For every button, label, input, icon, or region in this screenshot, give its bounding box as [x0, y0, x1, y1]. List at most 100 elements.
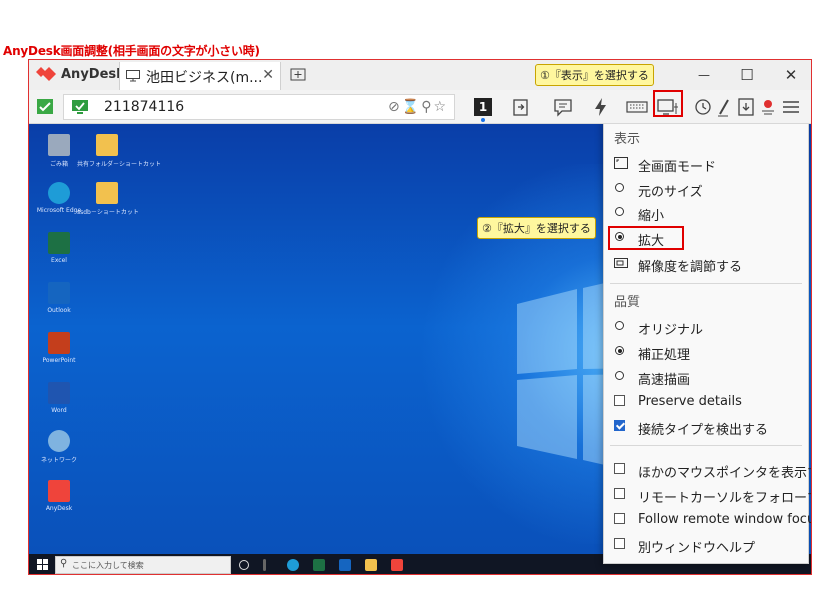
actions-lightning-icon[interactable] — [589, 95, 613, 119]
radio-button[interactable] — [615, 207, 624, 216]
recycle-bin-icon — [48, 134, 70, 156]
menu-item-detect-connection[interactable]: 接続タイプを検出する — [614, 417, 804, 439]
address-input[interactable]: 211874116 — [104, 99, 184, 115]
menu-item-label: Follow remote window focus — [638, 512, 811, 527]
tab-label: 池田ビジネス(m... — [146, 70, 263, 86]
widgets-icon[interactable] — [263, 559, 266, 571]
radio-button[interactable] — [615, 183, 624, 192]
address-bar[interactable]: 211874116 ⊘⌛⚲☆ — [63, 94, 455, 120]
menu-item-follow-window-focus[interactable]: Follow remote window focus — [614, 510, 811, 532]
radio-button[interactable] — [615, 321, 624, 330]
explorer-taskbar-icon[interactable] — [365, 559, 377, 571]
folder-icon — [96, 134, 118, 156]
desktop-icon-caption: Word — [51, 407, 67, 414]
desktop-icon-caption: PowerPoint — [42, 357, 76, 364]
menu-item-label: 別ウィンドウヘルプ — [638, 541, 756, 556]
checkbox[interactable] — [614, 513, 625, 524]
menu-item-quality-fast[interactable]: 高速描画 — [614, 367, 804, 389]
zoom-highlight-box — [608, 226, 684, 250]
menu-item-follow-remote-cursor[interactable]: リモートカーソルをフォローする — [614, 485, 811, 507]
desktop-icon-anydesk[interactable]: AnyDesk — [29, 480, 89, 512]
menu-item-show-other-pointers[interactable]: ほかのマウスポインタを表示する — [614, 460, 811, 482]
anydesk-taskbar-icon[interactable] — [391, 559, 403, 571]
desktop-icon-caption: Excel — [51, 257, 67, 264]
connection-status-icon — [37, 99, 53, 114]
desktop-icon-excel[interactable]: Excel — [29, 232, 89, 264]
radio-button[interactable] — [615, 371, 624, 380]
desktop-icon-shared-folder[interactable]: 共有フォルダ－ショートカット — [77, 134, 162, 168]
menu-item-shrink[interactable]: 縮小 — [614, 203, 804, 225]
desktop-icon-caption: 共有フォルダ－ショートカット — [77, 161, 162, 168]
menu-separator — [610, 445, 802, 446]
checkbox[interactable] — [614, 538, 625, 549]
display-menu: 表示 全画面モード 元のサイズ 縮小 拡大 解像度を調節する 品質 オリジナル … — [603, 124, 811, 564]
checkbox[interactable] — [614, 488, 625, 499]
toolbar: 211874116 ⊘⌛⚲☆ 1 — [29, 90, 811, 124]
tab-session[interactable]: 池田ビジネス(m... ✕ — [119, 62, 281, 90]
folder-icon — [96, 182, 118, 204]
monitor-select-button[interactable]: 1 — [474, 98, 492, 116]
menu-item-adjust-resolution[interactable]: 解像度を調節する — [614, 254, 804, 276]
close-button[interactable]: ✕ — [780, 66, 802, 84]
radio-button-selected[interactable] — [615, 346, 624, 355]
outlook-taskbar-icon[interactable] — [339, 559, 351, 571]
powerpoint-icon — [48, 332, 70, 354]
minimize-button[interactable]: — — [693, 68, 715, 82]
address-status-icons: ⊘⌛⚲☆ — [388, 99, 448, 115]
menu-item-label: 元のサイズ — [638, 185, 703, 200]
menu-item-preserve-details[interactable]: Preserve details — [614, 392, 804, 414]
desktop-icon-network[interactable]: ネットワーク — [29, 430, 89, 464]
menu-item-label: 全画面モード — [638, 160, 717, 175]
menu-item-label: リモートカーソルをフォローする — [638, 491, 811, 506]
anydesk-icon — [48, 480, 70, 502]
menu-item-quality-original[interactable]: オリジナル — [614, 317, 804, 339]
task-view-icon[interactable] — [239, 560, 249, 570]
anydesk-window: AnyDesk 池田ビジネス(m... ✕ ①『表示』を選択する — ☐ ✕ 2… — [28, 59, 812, 575]
network-icon — [48, 430, 70, 452]
remote-desktop[interactable]: ごみ箱 共有フォルダ－ショートカット Microsoft Edge ssdb－シ… — [29, 124, 811, 574]
checkbox[interactable] — [614, 463, 625, 474]
desktop-icon-powerpoint[interactable]: PowerPoint — [29, 332, 89, 364]
menu-separator — [610, 283, 802, 284]
menu-item-label: オリジナル — [638, 323, 704, 338]
menu-item-separate-window-help[interactable]: 別ウィンドウヘルプ — [614, 535, 804, 557]
desktop-icon-ssdb[interactable]: ssdb－ショートカット — [77, 182, 139, 216]
maximize-button[interactable]: ☐ — [736, 66, 758, 84]
desktop-icon-caption: ネットワーク — [40, 457, 77, 464]
callout-zoom: ②『拡大』を選択する — [477, 217, 596, 239]
checkbox-checked[interactable] — [614, 420, 625, 431]
file-transfer-icon[interactable] — [509, 95, 533, 119]
page-title: AnyDesk画面調整(相手画面の文字が小さい時) — [3, 44, 260, 58]
excel-icon — [48, 232, 70, 254]
fullscreen-icon — [614, 157, 628, 169]
desktop-icon-outlook[interactable]: Outlook — [29, 282, 89, 314]
menu-header-display: 表示 — [614, 132, 641, 147]
windows-start-icon[interactable] — [37, 559, 48, 570]
excel-taskbar-icon[interactable] — [313, 559, 325, 571]
new-tab-icon[interactable] — [290, 67, 306, 83]
word-icon — [48, 382, 70, 404]
menu-item-label: 縮小 — [638, 209, 665, 224]
edge-taskbar-icon[interactable] — [287, 559, 299, 571]
menu-item-original-size[interactable]: 元のサイズ — [614, 179, 804, 201]
pen-icon[interactable] — [712, 95, 736, 119]
chat-icon[interactable] — [551, 95, 575, 119]
menu-icon[interactable] — [779, 95, 803, 119]
taskbar-search-placeholder: ここに入力して検索 — [72, 561, 144, 570]
checkbox[interactable] — [614, 395, 625, 406]
outlook-icon — [48, 282, 70, 304]
callout-display: ①『表示』を選択する — [535, 64, 654, 86]
taskbar-search-input[interactable]: ⚲ ここに入力して検索 — [55, 556, 231, 574]
menu-item-quality-balanced[interactable]: 補正処理 — [614, 342, 804, 364]
edge-icon — [48, 182, 70, 204]
display-button-highlight — [653, 90, 683, 117]
tab-close-icon[interactable]: ✕ — [262, 67, 274, 83]
menu-header-quality: 品質 — [614, 295, 641, 310]
record-icon[interactable] — [756, 95, 780, 119]
desktop-icon-caption: Outlook — [47, 307, 71, 314]
save-screenshot-icon[interactable] — [734, 95, 758, 119]
menu-item-fullscreen[interactable]: 全画面モード — [614, 154, 804, 176]
keyboard-icon[interactable] — [625, 95, 649, 119]
desktop-icon-word[interactable]: Word — [29, 382, 89, 414]
desktop-icon-caption: ssdb－ショートカット — [77, 209, 139, 216]
